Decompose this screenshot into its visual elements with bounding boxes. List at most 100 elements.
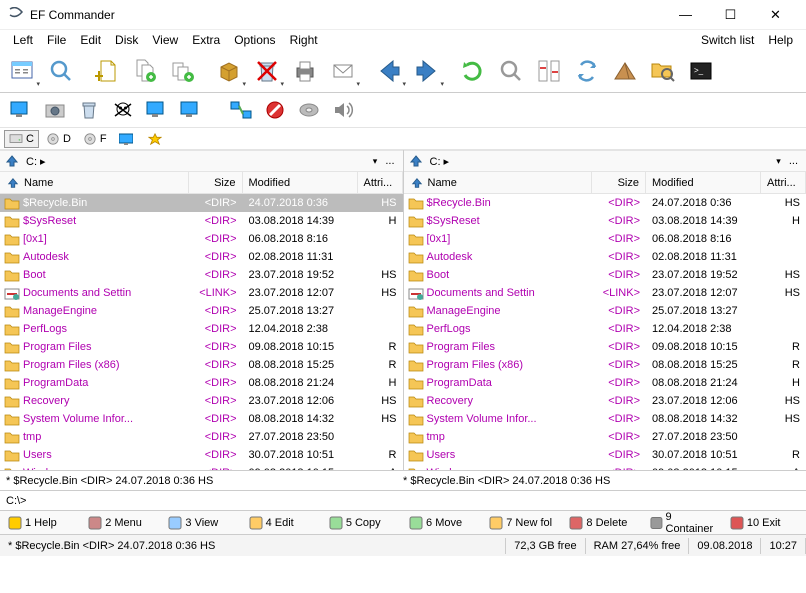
file-row[interactable]: ManageEngine<DIR>25.07.2018 13:27 xyxy=(0,302,403,320)
fn-newfolder[interactable]: 7 New fol xyxy=(485,514,561,532)
find-button[interactable] xyxy=(492,52,530,90)
menu-disk[interactable]: Disk xyxy=(108,31,145,49)
file-row[interactable]: Autodesk<DIR>02.08.2018 11:31 xyxy=(404,248,806,266)
file-row[interactable]: Program Files<DIR>09.08.2018 10:15R xyxy=(404,338,806,356)
pyramid-button[interactable] xyxy=(606,52,644,90)
menu-extra[interactable]: Extra xyxy=(185,31,227,49)
file-row[interactable]: Autodesk<DIR>02.08.2018 11:31 xyxy=(0,248,403,266)
recycle-button[interactable] xyxy=(72,95,106,125)
menu-options[interactable]: Options xyxy=(227,31,282,49)
screen1-button[interactable] xyxy=(4,95,38,125)
col-name[interactable]: Name xyxy=(404,172,593,193)
menu-help[interactable]: Help xyxy=(761,31,800,49)
maximize-button[interactable]: ☐ xyxy=(708,1,753,29)
path-display[interactable]: C: ▸ xyxy=(24,155,369,168)
file-list[interactable]: $Recycle.Bin<DIR>24.07.2018 0:36HS$SysRe… xyxy=(0,194,403,470)
new-file-button[interactable] xyxy=(88,52,126,90)
file-row[interactable]: $SysReset<DIR>03.08.2018 14:39H xyxy=(0,212,403,230)
file-row[interactable]: [0x1]<DIR>06.08.2018 8:16 xyxy=(0,230,403,248)
file-row[interactable]: Recovery<DIR>23.07.2018 12:06HS xyxy=(0,392,403,410)
file-row[interactable]: [0x1]<DIR>06.08.2018 8:16 xyxy=(404,230,806,248)
find-folder-button[interactable] xyxy=(644,52,682,90)
file-row[interactable]: Program Files (x86)<DIR>08.08.2018 15:25… xyxy=(0,356,403,374)
col-size[interactable]: Size xyxy=(592,172,646,193)
file-row[interactable]: Windows<DIR>09.08.2018 10:15A xyxy=(404,464,806,470)
disk-button[interactable] xyxy=(292,95,326,125)
fn-exit[interactable]: 10 Exit xyxy=(726,514,802,532)
file-row[interactable]: $Recycle.Bin<DIR>24.07.2018 0:36HS xyxy=(0,194,403,212)
path-display[interactable]: C: ▸ xyxy=(428,155,773,168)
col-modified[interactable]: Modified xyxy=(646,172,761,193)
menu-right[interactable]: Right xyxy=(283,31,325,49)
pack-button[interactable]: ▾ xyxy=(210,52,248,90)
file-row[interactable]: Boot<DIR>23.07.2018 19:52HS xyxy=(404,266,806,284)
sound-button[interactable] xyxy=(326,95,360,125)
close-button[interactable]: ✕ xyxy=(753,1,798,29)
command-line[interactable]: C:\> xyxy=(0,490,806,510)
fn-menu[interactable]: 2 Menu xyxy=(84,514,160,532)
file-row[interactable]: System Volume Infor...<DIR>08.08.2018 14… xyxy=(404,410,806,428)
drive-c[interactable]: C xyxy=(4,130,39,148)
file-list[interactable]: $Recycle.Bin<DIR>24.07.2018 0:36HS$SysRe… xyxy=(404,194,806,470)
desktop-drive[interactable] xyxy=(114,130,141,148)
minimize-button[interactable]: — xyxy=(663,1,708,29)
col-modified[interactable]: Modified xyxy=(243,172,358,193)
file-row[interactable]: ManageEngine<DIR>25.07.2018 13:27 xyxy=(404,302,806,320)
fn-view[interactable]: 3 View xyxy=(164,514,240,532)
fn-help[interactable]: 1 Help xyxy=(4,514,80,532)
col-attr[interactable]: Attri... xyxy=(761,172,806,193)
up-button[interactable] xyxy=(4,154,20,168)
menu-edit[interactable]: Edit xyxy=(73,31,108,49)
path-more[interactable]: ... xyxy=(381,155,398,167)
file-row[interactable]: ProgramData<DIR>08.08.2018 21:24H xyxy=(404,374,806,392)
path-dropdown[interactable]: ▾ xyxy=(772,156,785,167)
file-row[interactable]: System Volume Infor...<DIR>08.08.2018 14… xyxy=(0,410,403,428)
terminal-button[interactable]: >_ xyxy=(682,52,720,90)
print-button[interactable] xyxy=(286,52,324,90)
col-size[interactable]: Size xyxy=(189,172,243,193)
search-button[interactable] xyxy=(42,52,80,90)
file-row[interactable]: Documents and Settin<LINK>23.07.2018 12:… xyxy=(404,284,806,302)
col-attr[interactable]: Attri... xyxy=(358,172,403,193)
forward-button[interactable]: ▾ xyxy=(408,52,446,90)
menu-left[interactable]: Left xyxy=(6,31,40,49)
screen2-button[interactable] xyxy=(140,95,174,125)
file-row[interactable]: Users<DIR>30.07.2018 10:51R xyxy=(0,446,403,464)
fn-copy[interactable]: 5 Copy xyxy=(325,514,401,532)
file-row[interactable]: tmp<DIR>27.07.2018 23:50 xyxy=(0,428,403,446)
menu-switch-list[interactable]: Switch list xyxy=(694,31,761,49)
group-add-button[interactable] xyxy=(164,52,202,90)
camera-button[interactable] xyxy=(38,95,72,125)
favorites-drive[interactable] xyxy=(143,130,170,148)
compare-button[interactable] xyxy=(530,52,568,90)
file-row[interactable]: $Recycle.Bin<DIR>24.07.2018 0:36HS xyxy=(404,194,806,212)
file-row[interactable]: Program Files (x86)<DIR>08.08.2018 15:25… xyxy=(404,356,806,374)
sync-button[interactable] xyxy=(568,52,606,90)
file-row[interactable]: $SysReset<DIR>03.08.2018 14:39H xyxy=(404,212,806,230)
file-row[interactable]: Users<DIR>30.07.2018 10:51R xyxy=(404,446,806,464)
up-button[interactable] xyxy=(408,154,424,168)
file-row[interactable]: Boot<DIR>23.07.2018 19:52HS xyxy=(0,266,403,284)
file-row[interactable]: PerfLogs<DIR>12.04.2018 2:38 xyxy=(404,320,806,338)
file-row[interactable]: Recovery<DIR>23.07.2018 12:06HS xyxy=(404,392,806,410)
delete-button[interactable]: ▾ xyxy=(248,52,286,90)
fn-delete[interactable]: 8 Delete xyxy=(565,514,641,532)
file-row[interactable]: tmp<DIR>27.07.2018 23:50 xyxy=(404,428,806,446)
col-name[interactable]: Name xyxy=(0,172,189,193)
fn-container[interactable]: 9 Container xyxy=(646,509,722,537)
drive-f[interactable]: F xyxy=(78,130,112,148)
path-more[interactable]: ... xyxy=(785,155,802,167)
skull-button[interactable] xyxy=(106,95,140,125)
file-row[interactable]: Program Files<DIR>09.08.2018 10:15R xyxy=(0,338,403,356)
file-row[interactable]: ProgramData<DIR>08.08.2018 21:24H xyxy=(0,374,403,392)
new-window-button[interactable]: ▾ xyxy=(4,52,42,90)
drive-d[interactable]: D xyxy=(41,130,76,148)
fn-edit[interactable]: 4 Edit xyxy=(245,514,321,532)
path-dropdown[interactable]: ▾ xyxy=(369,156,382,167)
copy-file-button[interactable] xyxy=(126,52,164,90)
file-row[interactable]: PerfLogs<DIR>12.04.2018 2:38 xyxy=(0,320,403,338)
refresh-button[interactable] xyxy=(454,52,492,90)
block-button[interactable] xyxy=(258,95,292,125)
screen3-button[interactable] xyxy=(174,95,208,125)
mail-button[interactable]: ▾ xyxy=(324,52,362,90)
